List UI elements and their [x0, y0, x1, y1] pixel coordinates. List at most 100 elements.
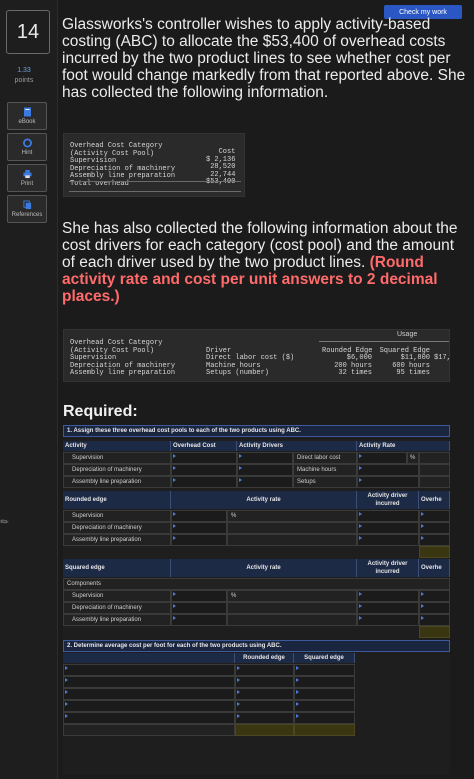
rounded-activity-rate-header: Activity rate: [171, 491, 357, 509]
third-product-column: $17,: [434, 340, 449, 363]
overhead-cost-input-supervision[interactable]: [171, 452, 237, 464]
overhead-cost-input-assembly[interactable]: [171, 476, 237, 488]
part-2-rounded-result[interactable]: [235, 724, 294, 736]
overhead-cost-input-depreciation[interactable]: [171, 464, 237, 476]
squared-driver-input-assembly[interactable]: [357, 614, 419, 626]
squared-driver-incurred-header: Activity driver incurred: [357, 559, 419, 577]
references-button[interactable]: References: [7, 195, 47, 223]
rounded-total-overhead-cell[interactable]: [419, 546, 450, 558]
activity-rate-input-depreciation[interactable]: [357, 464, 419, 476]
rounded-edge-header: Rounded edge: [63, 491, 171, 509]
rounded-driver-input-assembly[interactable]: [357, 534, 419, 546]
rounded-driver-input-supervision[interactable]: [357, 510, 419, 522]
part-2-squared-input-1[interactable]: [294, 664, 355, 676]
activity-drivers-column-header: Activity Drivers: [237, 441, 357, 451]
part-2-label-input-5[interactable]: [63, 712, 235, 724]
activity-assembly: Assembly line preparation: [63, 476, 171, 488]
activity-depreciation: Depreciation of machinery: [63, 464, 171, 476]
part-2-squared-input-5[interactable]: [294, 712, 355, 724]
squared-row-supervision: Supervision: [63, 590, 171, 602]
printer-icon: [22, 169, 32, 179]
squared-driver-input-supervision[interactable]: [357, 590, 419, 602]
total-overhead-value: $53,400: [206, 178, 236, 186]
squared-row-depreciation: Depreciation of machinery: [63, 602, 171, 614]
points-label: points: [14, 77, 34, 84]
rounded-driver-incurred-header: Activity driver incurred: [357, 491, 419, 509]
components-label: Components: [63, 578, 450, 590]
rounded-overhead-input-assembly[interactable]: [419, 534, 450, 546]
part-2-squared-input-2[interactable]: [294, 676, 355, 688]
squared-rate-input-supervision[interactable]: [171, 590, 227, 602]
squared-overhead-input-depreciation[interactable]: [419, 602, 450, 614]
rounded-rate-input-supervision[interactable]: [171, 510, 227, 522]
part-2-rounded-input-5[interactable]: [235, 712, 294, 724]
points-info: 1.33 points: [4, 66, 44, 86]
squared-rate-unit-depreciation: [227, 602, 357, 614]
squared-driver-input-depreciation[interactable]: [357, 602, 419, 614]
total-divider: [69, 181, 241, 182]
rounded-rate-input-depreciation[interactable]: [171, 522, 227, 534]
cost-driver-table: Usage Overhead Cost Category (Activity C…: [63, 329, 450, 382]
squared-overhead-input-assembly[interactable]: [419, 614, 450, 626]
driver-amount-input-depreciation[interactable]: [237, 464, 293, 476]
squared-percent-supervision: %: [227, 590, 357, 602]
part-2-label-input-2[interactable]: [63, 676, 235, 688]
print-button[interactable]: Print: [7, 164, 47, 192]
squared-overhead-input-supervision[interactable]: [419, 590, 450, 602]
rounded-row-supervision: Supervision: [63, 510, 171, 522]
squared-total-overhead-cell[interactable]: [419, 626, 450, 638]
hint-button[interactable]: Hint: [7, 133, 47, 161]
rounded-row-depreciation: Depreciation of machinery: [63, 522, 171, 534]
part-2-squared-input-3[interactable]: [294, 688, 355, 700]
pencil-icon[interactable]: ✎: [0, 516, 12, 530]
part-2-header: 2. Determine average cost per foot for e…: [63, 640, 450, 652]
question-paragraph-2: She has also collected the following inf…: [62, 220, 466, 305]
squared-rate-input-assembly[interactable]: [171, 614, 227, 626]
part-2-squared-result[interactable]: [294, 724, 355, 736]
activity-rate-unit-depreciation: [419, 464, 450, 476]
ebook-button[interactable]: eBook: [7, 102, 47, 130]
book-icon: [23, 107, 31, 117]
squared-row-assembly: Assembly line preparation: [63, 614, 171, 626]
part-2-rounded-input-1[interactable]: [235, 664, 294, 676]
rounded-edge-column: Rounded Edge $6,000 200 hours 32 times: [322, 340, 372, 378]
driver-amount-input-supervision[interactable]: [237, 452, 293, 464]
part-2-rounded-input-4[interactable]: [235, 700, 294, 712]
part-2-label-input-3[interactable]: [63, 688, 235, 700]
part-1-header: 1. Assign these three overhead cost pool…: [63, 425, 450, 437]
activity-rate-unit-supervision: [419, 452, 450, 464]
part-2-rounded-input-3[interactable]: [235, 688, 294, 700]
total-underline: [69, 191, 241, 192]
rounded-overhead-input-supervision[interactable]: [419, 510, 450, 522]
squared-rate-input-depreciation[interactable]: [171, 602, 227, 614]
driver-label-supervision: Direct labor cost: [293, 452, 357, 464]
rounded-driver-input-depreciation[interactable]: [357, 522, 419, 534]
driver-row-assembly: Assembly line preparation: [70, 369, 176, 377]
driver-column: Driver Direct labor cost ($) Machine hou…: [206, 340, 294, 378]
percent-sign: %: [407, 452, 419, 464]
rounded-rate-input-assembly[interactable]: [171, 534, 227, 546]
answer-worksheet: 1. Assign these three overhead cost pool…: [63, 425, 450, 775]
part-2-squared-input-4[interactable]: [294, 700, 355, 712]
rounded-percent-supervision: %: [227, 510, 357, 522]
lifebuoy-icon: [22, 138, 32, 148]
part-2-rounded-header: Rounded edge: [235, 653, 294, 663]
driver-category-column: Overhead Cost Category (Activity Cost Po…: [70, 339, 176, 378]
activity-rate-input-assembly[interactable]: [357, 476, 419, 488]
activity-column-header: Activity: [63, 441, 171, 451]
squared-activity-rate-header: Activity rate: [171, 559, 357, 577]
part-2-label-input-1[interactable]: [63, 664, 235, 676]
driver-label-assembly: Setups: [293, 476, 357, 488]
references-label: References: [11, 212, 43, 218]
driver-setups: Setups (number): [206, 369, 270, 377]
rounded-overhead-input-depreciation[interactable]: [419, 522, 450, 534]
part-2-result-label: [63, 724, 235, 736]
part-2-label-input-4[interactable]: [63, 700, 235, 712]
rounded-rate-unit-depreciation: [227, 522, 357, 534]
driver-amount-input-assembly[interactable]: [237, 476, 293, 488]
squared-edge-column: Squared Edge $11,800 600 hours 95 times: [378, 340, 430, 378]
activity-rate-input-supervision[interactable]: [357, 452, 407, 464]
hint-label: Hint: [21, 150, 33, 156]
squared-setups: 95 times: [396, 369, 430, 377]
part-2-rounded-input-2[interactable]: [235, 676, 294, 688]
